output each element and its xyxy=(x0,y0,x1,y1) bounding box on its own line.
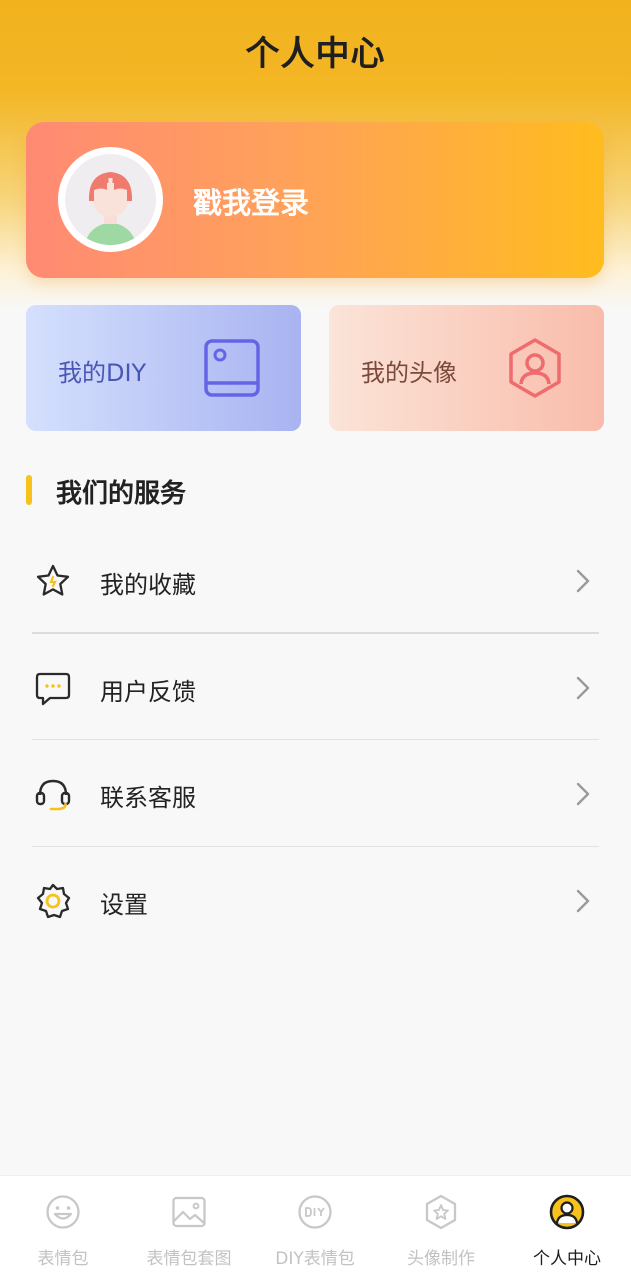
headset-icon xyxy=(35,779,71,811)
menu-label: 联系客服 xyxy=(100,784,196,812)
section-accent-bar xyxy=(26,475,32,505)
tab-emoji-sets[interactable]: 表情包套图 xyxy=(126,1176,252,1280)
smiley-icon xyxy=(46,1195,80,1229)
my-avatar-label: 我的头像 xyxy=(361,359,457,387)
default-avatar-icon xyxy=(84,172,137,245)
menu-item-customer-service[interactable]: 联系客服 xyxy=(32,740,599,847)
chat-bubble-icon xyxy=(35,672,71,705)
menu-item-settings[interactable]: 设置 xyxy=(32,847,599,954)
tab-label: 表情包套图 xyxy=(146,1249,232,1269)
menu-label: 设置 xyxy=(100,890,148,919)
page-title: 个人中心 xyxy=(245,34,386,74)
my-diy-label: 我的DIY xyxy=(58,359,147,387)
tab-label: DIY表情包 xyxy=(275,1249,355,1269)
services-menu: 我的收藏 用户反馈 联系客服 设置 xyxy=(32,527,599,953)
menu-label: 用户反馈 xyxy=(100,677,196,706)
chevron-right-icon xyxy=(576,569,590,593)
bottom-tab-bar: 表情包 表情包套图 DIY表情包 头像制作 个人中心 xyxy=(0,1175,631,1280)
services-title: 我们的服务 xyxy=(56,479,187,509)
menu-label: 我的收藏 xyxy=(100,571,196,599)
book-icon xyxy=(204,339,260,397)
menu-item-feedback[interactable]: 用户反馈 xyxy=(32,634,599,740)
avatar[interactable] xyxy=(58,147,163,252)
hexagon-star-icon xyxy=(425,1194,457,1230)
diy-icon xyxy=(298,1195,332,1229)
my-diy-card[interactable]: 我的DIY xyxy=(26,305,301,431)
menu-item-favorites[interactable]: 我的收藏 xyxy=(32,527,599,634)
tab-emoji[interactable]: 表情包 xyxy=(0,1176,126,1280)
chevron-right-icon xyxy=(576,889,590,912)
gear-icon xyxy=(36,883,71,918)
tab-label: 头像制作 xyxy=(407,1249,475,1269)
tab-profile[interactable]: 个人中心 xyxy=(504,1176,630,1280)
star-icon xyxy=(36,564,70,596)
tab-label: 个人中心 xyxy=(533,1249,601,1269)
chevron-right-icon xyxy=(576,782,590,806)
tab-label: 表情包 xyxy=(37,1249,89,1269)
hexagon-person-icon xyxy=(509,338,561,398)
login-prompt[interactable]: 戳我登录 xyxy=(193,180,309,222)
image-icon xyxy=(172,1196,206,1228)
user-circle-icon xyxy=(549,1194,585,1230)
tab-avatar-maker[interactable]: 头像制作 xyxy=(378,1176,504,1280)
tab-diy-emoji[interactable]: DIY表情包 xyxy=(252,1176,378,1280)
login-card[interactable]: 戳我登录 xyxy=(26,122,604,278)
my-avatar-card[interactable]: 我的头像 xyxy=(329,305,604,431)
chevron-right-icon xyxy=(576,676,590,699)
